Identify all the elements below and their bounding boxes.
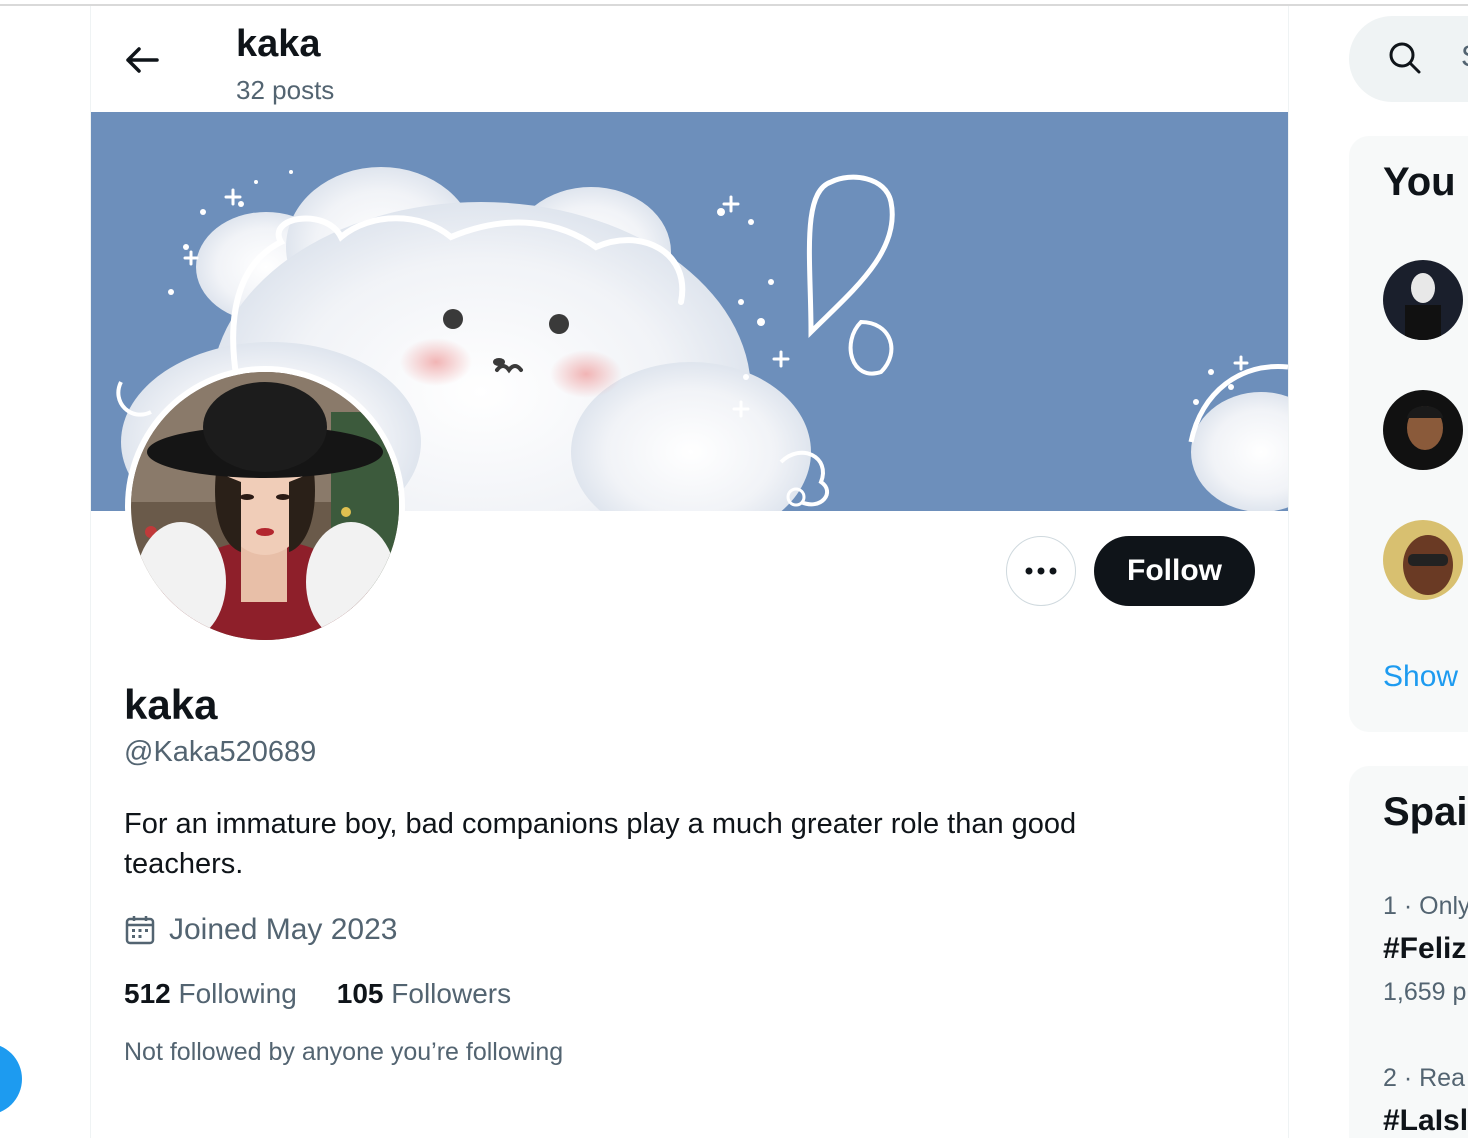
followers-label: Followers — [391, 978, 512, 1009]
profile-bio: For an immature boy, bad companions play… — [124, 808, 1077, 880]
following-label: Following — [178, 978, 297, 1009]
not-followed-notice: Not followed by anyone you’re following — [124, 1038, 564, 1066]
show-more-link[interactable]: Show — [1383, 660, 1458, 694]
followers-link[interactable]: 105 Followers — [337, 974, 511, 1014]
trend-name[interactable]: #Feliz — [1383, 932, 1466, 966]
back-button[interactable] — [119, 38, 163, 82]
right-sidebar: S You Show Spai 1 · Only #Feliz 1,659 p … — [1349, 0, 1468, 1138]
following-count: 512 — [124, 978, 171, 1009]
suggested-user-avatar[interactable] — [1383, 520, 1463, 600]
suggested-user-avatar[interactable] — [1383, 390, 1463, 470]
joined-date: Joined May 2023 — [124, 910, 398, 950]
trend-meta: 2 · Rea — [1383, 1064, 1465, 1092]
post-count: 32 posts — [236, 75, 335, 105]
profile-header: kaka 32 posts — [91, 6, 1288, 112]
follow-stats: 512 Following 105 Followers — [124, 974, 551, 1014]
who-to-follow-title: You — [1383, 160, 1456, 204]
trends-title: Spai — [1383, 790, 1468, 834]
profile-column: kaka 32 posts Follow kaka @Kaka520689 Fo… — [90, 6, 1289, 1138]
search-icon — [1389, 42, 1421, 74]
floating-action-button[interactable] — [0, 1043, 22, 1115]
display-name: kaka — [124, 681, 218, 728]
following-link[interactable]: 512 Following — [124, 974, 297, 1014]
profile-avatar[interactable] — [125, 366, 405, 646]
follow-button[interactable]: Follow — [1094, 536, 1255, 606]
ellipsis-icon — [1025, 567, 1057, 575]
more-options-button[interactable] — [1006, 536, 1076, 606]
header-title: kaka — [236, 23, 321, 65]
suggested-user-avatar[interactable] — [1383, 260, 1463, 340]
search-placeholder: S — [1461, 40, 1468, 74]
user-handle: @Kaka520689 — [124, 736, 317, 768]
trend-name[interactable]: #LaIsl — [1383, 1104, 1468, 1138]
followers-count: 105 — [336, 978, 384, 1009]
avatar-photo — [131, 372, 399, 640]
search-input[interactable]: S — [1349, 16, 1468, 102]
joined-text: Joined May 2023 — [169, 913, 398, 946]
back-arrow-icon — [126, 47, 159, 73]
trend-meta: 1 · Only — [1383, 892, 1468, 920]
calendar-icon — [125, 916, 155, 945]
trend-post-count: 1,659 p — [1383, 978, 1467, 1006]
